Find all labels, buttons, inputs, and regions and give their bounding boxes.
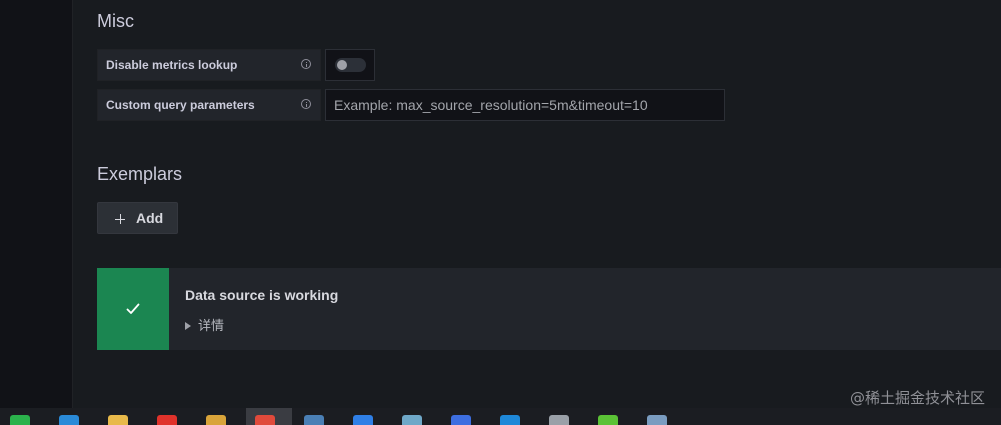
datasource-settings-panel: Misc Disable metrics lookup Custom query… — [73, 0, 1001, 408]
misc-section-title: Misc — [97, 11, 134, 31]
status-title: Data source is working — [185, 287, 339, 303]
plus-icon — [115, 214, 125, 224]
monitor-icon[interactable] — [304, 415, 324, 425]
side-nav — [0, 0, 73, 408]
disable-metrics-lookup-label: Disable metrics lookup — [97, 49, 321, 81]
window-icon[interactable] — [647, 415, 667, 425]
custom-query-parameters-label: Custom query parameters — [97, 89, 321, 121]
taskbar — [0, 408, 1001, 425]
info-icon[interactable] — [301, 59, 311, 69]
app-icon[interactable] — [206, 415, 226, 425]
xmind-icon[interactable] — [157, 415, 177, 425]
success-icon-box — [97, 268, 169, 350]
toggle-track — [335, 58, 366, 72]
check-icon — [126, 303, 140, 314]
chat-icon[interactable] — [451, 415, 471, 425]
datasource-status-alert: Data source is working 详情 — [97, 268, 1001, 350]
note-icon[interactable] — [402, 415, 422, 425]
green-app-icon[interactable] — [598, 415, 618, 425]
vscode-icon[interactable] — [59, 415, 79, 425]
mail-icon[interactable] — [500, 415, 520, 425]
disable-metrics-lookup-text: Disable metrics lookup — [106, 58, 238, 72]
upload-icon[interactable] — [353, 415, 373, 425]
add-button-label: Add — [136, 210, 164, 226]
details-label: 详情 — [198, 318, 225, 333]
exemplars-section-title: Exemplars — [97, 164, 183, 184]
wechat-icon[interactable] — [10, 415, 30, 425]
folder-icon[interactable] — [108, 415, 128, 425]
details-toggle[interactable]: 详情 — [185, 315, 224, 334]
toggle-knob — [337, 60, 347, 70]
chrome-icon[interactable] — [255, 415, 275, 425]
photo-icon[interactable] — [549, 415, 569, 425]
caret-right-icon — [185, 322, 191, 330]
add-exemplar-button[interactable]: Add — [97, 202, 178, 234]
disable-metrics-lookup-toggle[interactable] — [325, 49, 375, 81]
watermark: @稀土掘金技术社区 — [849, 389, 985, 407]
info-icon[interactable] — [301, 99, 311, 109]
custom-query-parameters-text: Custom query parameters — [106, 98, 255, 112]
custom-query-parameters-input[interactable] — [325, 89, 725, 121]
